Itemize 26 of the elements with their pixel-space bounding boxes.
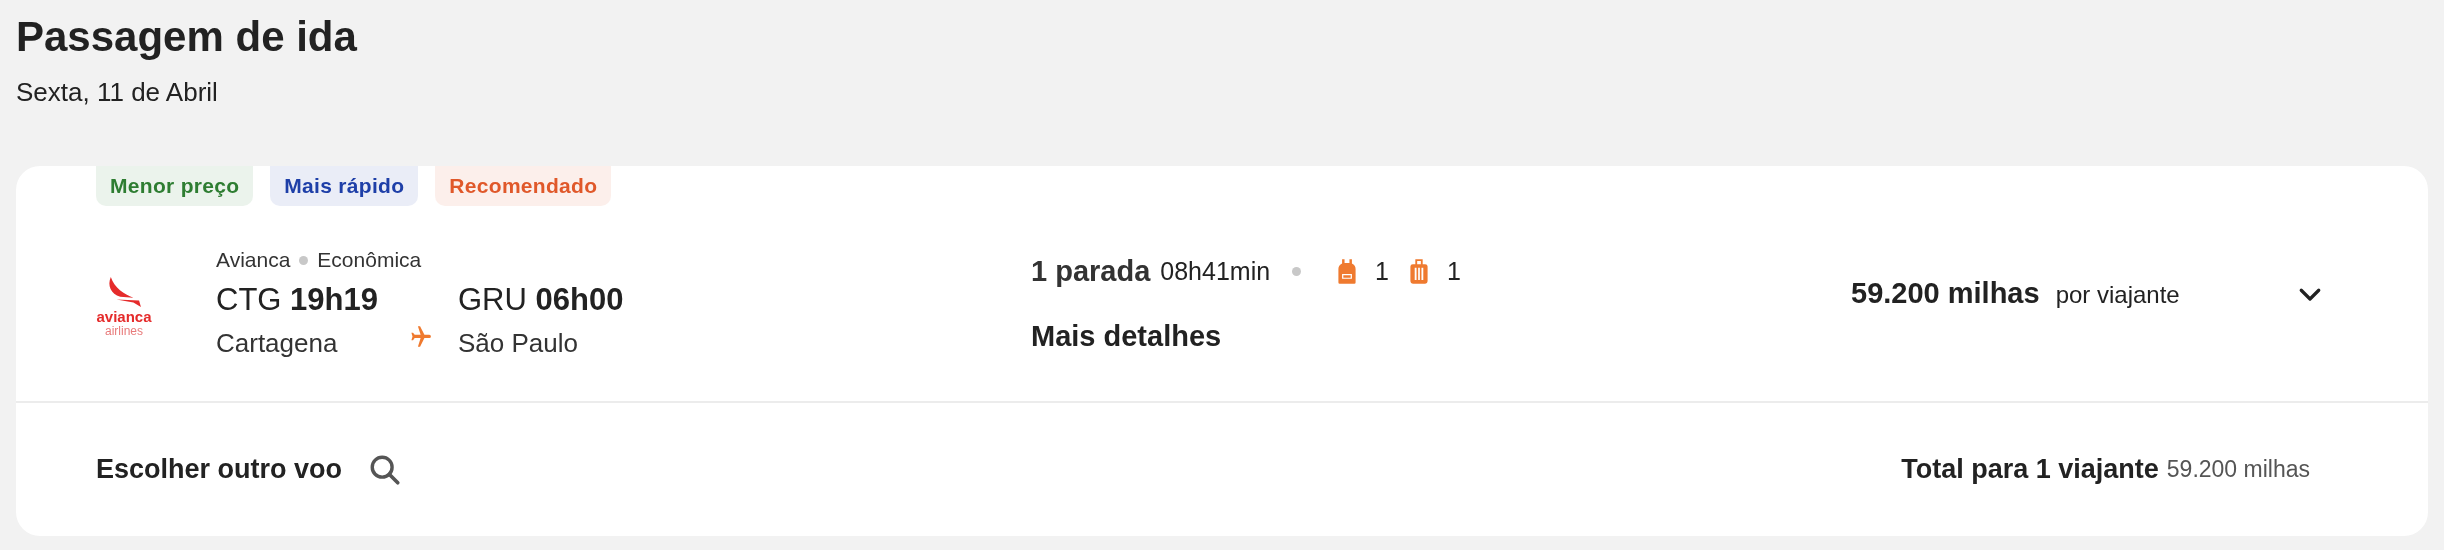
baggage-count: 1 — [1375, 256, 1389, 286]
cabin-class: Econômica — [317, 248, 422, 272]
flight-duration: 08h41min — [1160, 256, 1271, 286]
page-title: Passagem de ida — [16, 12, 358, 62]
separator-dot — [299, 255, 309, 265]
airline-logo: avianca airlines — [84, 277, 164, 338]
separator-dot — [1292, 266, 1302, 276]
price-unit: por viajante — [2055, 281, 2180, 309]
departure-time: CTG 19h19 — [216, 281, 378, 319]
airline-name: Avianca — [216, 248, 291, 272]
total-label: Total para 1 viajante — [1901, 454, 2159, 485]
details-link[interactable]: Mais detalhes — [1031, 319, 1851, 353]
stops-count: 1 parada — [1031, 254, 1151, 288]
backpack-icon — [1337, 257, 1358, 285]
total-miles: 59.200 milhas — [2166, 456, 2310, 483]
arrival-city: São Paulo — [457, 328, 579, 359]
flight-tag: Menor preço — [96, 166, 254, 206]
arrival-time: GRU 06h00 — [457, 281, 624, 319]
suitcase-icon — [1409, 257, 1429, 285]
flight-tag: Mais rápido — [270, 166, 419, 206]
price-miles: 59.200 milhas — [1851, 277, 2040, 310]
departure-city: Cartagena — [216, 328, 339, 359]
flight-date: Sexta, 11 de Abril — [16, 76, 219, 108]
flight-tag: Recomendado — [435, 166, 612, 206]
baggage-count: 1 — [1447, 256, 1461, 286]
choose-other-flight-link[interactable]: Escolher outro voo — [96, 454, 343, 485]
